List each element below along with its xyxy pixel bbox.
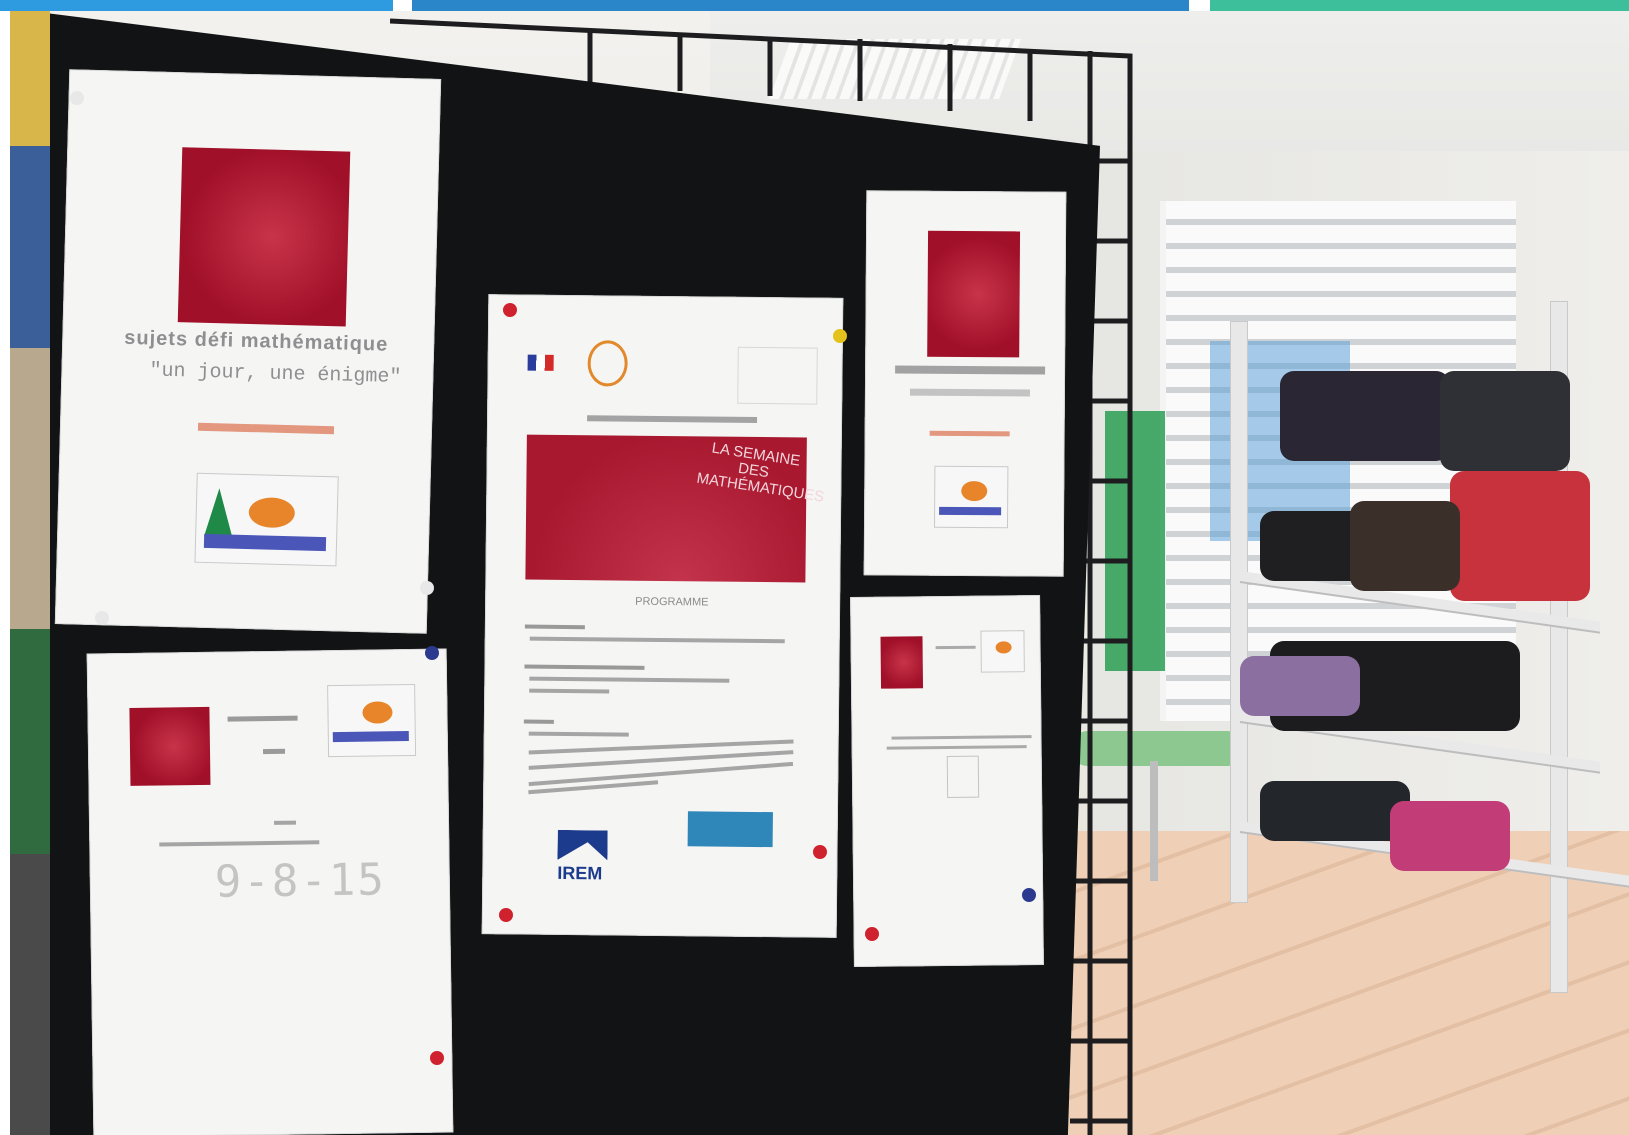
pushpin-icon	[425, 646, 439, 660]
text-line	[528, 731, 629, 737]
text-line	[909, 388, 1030, 397]
french-flag-icon	[527, 354, 554, 371]
academy-logo-icon	[587, 340, 628, 387]
pushpin-icon	[503, 303, 517, 317]
partner-logo-icon	[687, 811, 773, 848]
poster-center: LA SEMAINE DES MATHÉMATIQUES PROGRAMME I…	[481, 294, 844, 938]
poster-right-bottom	[850, 595, 1044, 967]
handwritten-number: 9-8-15	[214, 854, 387, 908]
drawn-figure	[946, 755, 980, 798]
top-color-strip	[0, 0, 1629, 11]
pushpin-icon	[865, 927, 879, 941]
strip-segment-1	[0, 0, 393, 11]
text-line	[524, 664, 645, 670]
text-line	[273, 820, 297, 825]
backpack	[1450, 471, 1590, 601]
text-line	[895, 365, 1046, 375]
photo-scene: sujets défi mathématique "un jour, une é…	[10, 11, 1629, 1135]
poster-left-bottom: 9-8-15	[86, 648, 454, 1135]
text-line	[524, 624, 585, 630]
pushpin-icon	[833, 329, 847, 343]
backpack	[1440, 371, 1570, 471]
pushpin-icon	[420, 581, 434, 595]
text-line	[587, 415, 758, 423]
math-week-logo-icon	[129, 706, 211, 786]
pushpin-icon	[499, 908, 513, 922]
text-line	[159, 840, 320, 847]
irem-logo-icon	[557, 830, 607, 861]
backpack	[1260, 781, 1410, 841]
text-line	[262, 748, 286, 755]
backpack	[1390, 801, 1510, 871]
text-line	[529, 676, 730, 683]
triangle-orange-logo-icon	[194, 472, 339, 567]
pushpin-icon	[430, 1051, 444, 1065]
text-line	[886, 745, 1027, 750]
orange-text-line	[197, 422, 335, 435]
logo-blue-bar	[939, 506, 1002, 516]
backpack	[1240, 656, 1360, 716]
pushpin-icon	[813, 845, 827, 859]
logo-orange-shape	[961, 480, 988, 502]
poster-left-top: sujets défi mathématique "un jour, une é…	[54, 69, 442, 634]
logo-blue-bar	[332, 731, 409, 743]
poster-right-top	[863, 190, 1067, 577]
math-week-logo-icon	[880, 636, 924, 689]
left-edge-shelf	[10, 11, 50, 1135]
shelf-post	[1230, 321, 1248, 903]
math-week-logo-icon	[177, 147, 351, 327]
programme-label: PROGRAMME	[635, 595, 709, 609]
pushpin-icon	[1022, 888, 1036, 902]
text-line	[227, 715, 298, 722]
text-line	[523, 719, 554, 724]
logo-orange-shape	[248, 497, 296, 529]
backpack	[1350, 501, 1460, 591]
strip-segment-2	[412, 0, 1189, 11]
irem-label: IREM	[557, 862, 603, 884]
text-line	[529, 688, 610, 694]
poster-title: sujets défi mathématique	[124, 326, 389, 356]
logo-orange-shape	[362, 701, 393, 724]
pushpin-icon	[70, 91, 84, 105]
poster-subtitle: "un jour, une énigme"	[149, 359, 402, 390]
logo-orange-shape	[995, 641, 1012, 654]
triangle-orange-logo-icon	[327, 683, 417, 758]
backpack	[1280, 371, 1450, 461]
orange-text-line	[929, 430, 1010, 437]
text-line	[935, 645, 976, 650]
strip-segment-3	[1210, 0, 1629, 11]
triangle-orange-logo-icon	[933, 465, 1009, 529]
text-line	[529, 636, 785, 644]
pushpin-icon	[95, 611, 109, 625]
math-week-logo-icon	[927, 230, 1021, 358]
stamp-box	[737, 346, 818, 405]
logo-green-shape	[204, 487, 234, 537]
logo-blue-bar	[203, 533, 327, 552]
triangle-orange-logo-icon	[980, 630, 1025, 673]
text-line	[891, 735, 1032, 740]
bag-shelf	[1230, 301, 1629, 1011]
